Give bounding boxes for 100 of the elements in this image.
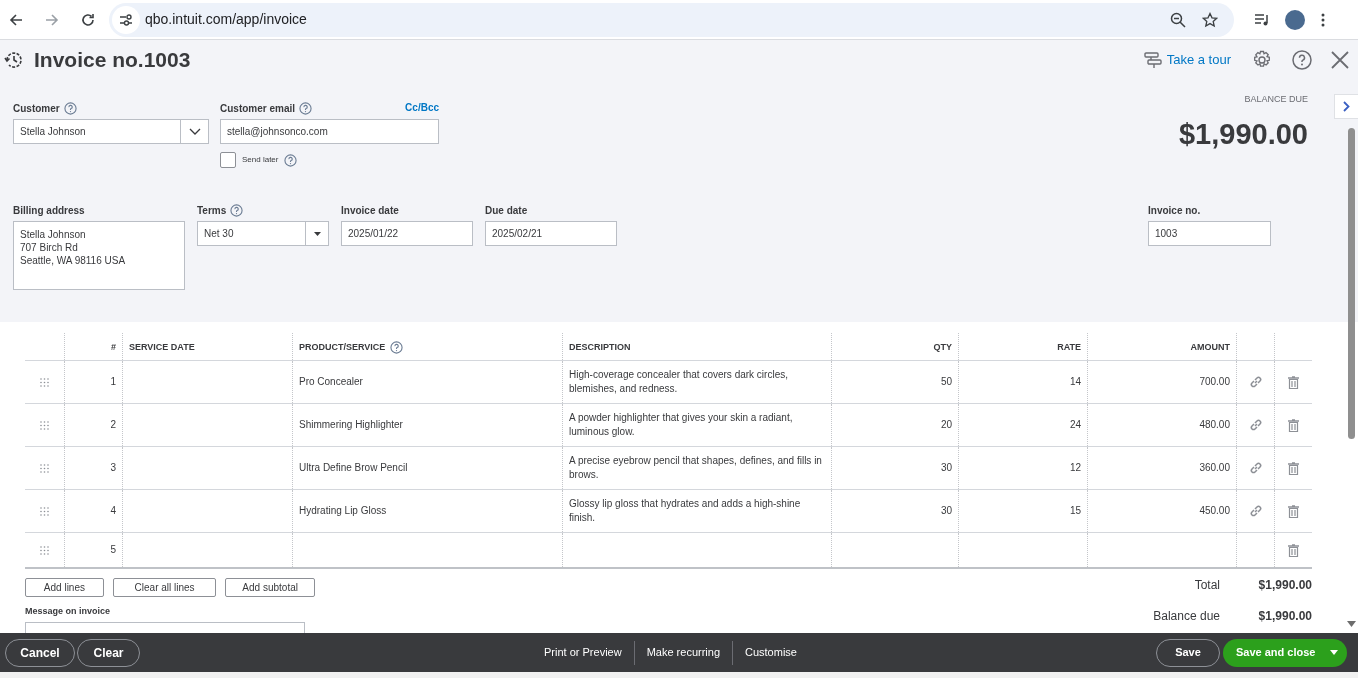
back-icon[interactable] — [9, 12, 23, 27]
chevron-down-icon — [188, 128, 201, 135]
description-cell-text: Glossy lip gloss that hydrates and adds a high-shine finish. — [569, 497, 802, 525]
line-number: 5 — [110, 543, 116, 557]
trash-icon[interactable] — [1288, 461, 1299, 475]
trash-icon[interactable] — [1288, 418, 1299, 432]
address-line: Stella Johnson — [20, 228, 87, 241]
media-list-icon[interactable] — [1254, 12, 1270, 27]
link-icon[interactable] — [1248, 504, 1263, 518]
balance-due-amount: $1,990.00 — [1179, 116, 1308, 152]
caret-icon — [313, 231, 321, 236]
star-icon[interactable] — [1202, 11, 1218, 28]
billing-address-field[interactable]: Stella Johnson 707 Birch Rd Seattle, WA 98116 USA — [13, 221, 185, 290]
help-icon[interactable] — [390, 341, 404, 354]
profile-avatar[interactable] — [1285, 9, 1305, 30]
history-icon[interactable] — [4, 50, 24, 70]
column-header: RATE — [1057, 341, 1081, 354]
footer-link[interactable]: Make recurring — [634, 644, 732, 661]
description-cell-text: A precise eyebrow pencil that shapes, defines, and fills in brows. — [569, 454, 823, 482]
page-title: Invoice no.1003 — [34, 47, 191, 74]
send-later-label: Send later — [242, 154, 279, 166]
url-text: qbo.intuit.com/app/invoice — [145, 10, 307, 29]
field-label: Billing address — [13, 203, 85, 218]
field-label: Invoice date — [341, 203, 399, 218]
scroll-down-icon[interactable] — [1347, 621, 1356, 627]
help-circle-icon[interactable] — [1292, 50, 1312, 70]
field-label: Terms — [197, 203, 227, 218]
table-action-button[interactable]: Add subtotal — [225, 578, 315, 597]
more-icon[interactable] — [1321, 12, 1325, 27]
close-icon[interactable] — [1331, 51, 1349, 69]
field-label: Invoice no. — [1148, 203, 1201, 218]
reload-icon[interactable] — [81, 12, 95, 27]
trash-icon[interactable] — [1288, 543, 1299, 557]
description-cell-text: High-coverage concealer that covers dark circles, blemishes, and redness. — [569, 368, 789, 396]
quantity-cell: 30 — [940, 504, 952, 518]
line-number: 1 — [110, 375, 116, 389]
total-value: $1,990.00 — [1257, 577, 1312, 594]
product-cell: Pro Concealer — [299, 375, 363, 389]
drag-handle-icon[interactable] — [40, 377, 49, 387]
line-number: 4 — [110, 504, 116, 518]
footer-link[interactable]: Print or Preview — [532, 644, 634, 661]
quantity-cell: 50 — [940, 375, 952, 389]
invoice-date-field[interactable]: 2025/01/22 — [341, 221, 473, 246]
amount-cell: 700.00 — [1199, 375, 1230, 389]
field-label: Due date — [485, 203, 528, 218]
caret-icon[interactable] — [1329, 650, 1338, 655]
link-icon[interactable] — [1248, 418, 1263, 432]
help-icon[interactable] — [299, 101, 313, 115]
drag-handle-icon[interactable] — [40, 420, 49, 430]
field-label: Message on invoice — [25, 605, 112, 618]
link-icon[interactable] — [1248, 461, 1263, 475]
drag-handle-icon[interactable] — [40, 545, 49, 555]
table-action-button[interactable]: Add lines — [25, 578, 104, 597]
drag-handle-icon[interactable] — [40, 506, 49, 516]
product-cell: Ultra Define Brow Pencil — [299, 461, 408, 475]
column-header: AMOUNT — [1190, 341, 1230, 354]
due-date-field[interactable]: 2025/02/21 — [485, 221, 617, 246]
trash-icon[interactable] — [1288, 375, 1299, 389]
address-bar[interactable]: qbo.intuit.com/app/invoice — [109, 2, 1234, 37]
column-header: DESCRIPTION — [569, 341, 631, 354]
forward-icon[interactable] — [45, 12, 59, 27]
cc-bcc-link[interactable]: Cc/Bcc — [405, 100, 439, 119]
amount-cell: 360.00 — [1199, 461, 1230, 475]
rate-cell: 15 — [1069, 504, 1081, 518]
column-header: # — [111, 341, 116, 354]
quantity-cell: 20 — [940, 418, 952, 432]
address-line: 707 Birch Rd — [20, 241, 79, 254]
scrollbar[interactable] — [1348, 128, 1355, 439]
balance-due-label: BALANCE DUE — [1244, 93, 1308, 106]
link-icon[interactable] — [1248, 375, 1263, 389]
rate-cell: 12 — [1069, 461, 1081, 475]
column-header: QTY — [933, 341, 952, 354]
amount-cell: 450.00 — [1199, 504, 1230, 518]
drag-handle-icon[interactable] — [40, 463, 49, 473]
footer-link[interactable]: Customise — [733, 644, 809, 661]
help-icon[interactable] — [63, 101, 77, 115]
address-line: Seattle, WA 98116 USA — [20, 254, 127, 267]
signpost-icon[interactable] — [1143, 51, 1162, 69]
take-a-tour-link[interactable]: Take a tour — [1166, 50, 1231, 70]
rate-cell: 24 — [1069, 418, 1081, 432]
invoice-number-field[interactable]: 1003 — [1148, 221, 1271, 246]
field-label: Customer — [13, 101, 60, 116]
table-action-button[interactable]: Clear all lines — [112, 578, 217, 597]
rate-cell: 14 — [1069, 375, 1081, 389]
zoom-out-icon[interactable] — [1170, 11, 1186, 28]
product-cell: Shimmering Highlighter — [299, 418, 403, 432]
settings-icon[interactable] — [1252, 50, 1272, 70]
column-header: PRODUCT/SERVICE — [299, 341, 386, 354]
email-field[interactable]: stella@johnsonco.com — [220, 119, 439, 144]
checkbox[interactable] — [220, 152, 236, 168]
help-icon[interactable] — [230, 203, 244, 217]
trash-icon[interactable] — [1288, 504, 1299, 518]
amount-cell: 480.00 — [1199, 418, 1230, 432]
line-number: 2 — [110, 418, 116, 432]
side-panel-tab[interactable] — [1334, 94, 1358, 119]
product-cell: Hydrating Lip Gloss — [299, 504, 387, 518]
help-icon[interactable] — [284, 153, 298, 167]
site-settings-icon[interactable] — [119, 13, 133, 26]
description-cell-text: A powder highlighter that gives your skin a radiant, luminous glow. — [569, 411, 794, 439]
column-header: SERVICE DATE — [129, 341, 195, 354]
